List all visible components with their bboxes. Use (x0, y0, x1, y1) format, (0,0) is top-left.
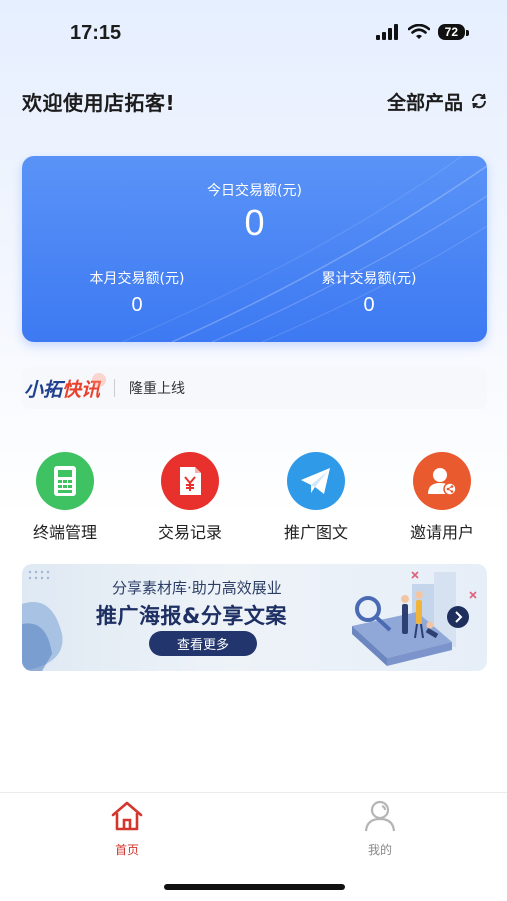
total-amount-value: 0 (363, 294, 375, 316)
quick-action-transactions[interactable]: 交易记录 (140, 452, 240, 543)
switch-icon (471, 93, 487, 109)
chevron-right-icon (455, 611, 463, 623)
news-logo: 小拓 快讯 (24, 372, 107, 402)
quick-action-label: 交易记录 (157, 523, 222, 542)
total-amount: 累计交易额(元) 0 (294, 268, 444, 317)
news-text: 隆重上线 (129, 381, 186, 397)
news-logo-part1: 小拓 (24, 378, 63, 401)
quick-action-promotion[interactable]: 推广图文 (266, 452, 366, 543)
invite-user-icon (413, 452, 471, 510)
banner-title: 推广海报&分享文案 (96, 604, 287, 628)
banner-next-button[interactable] (447, 606, 469, 628)
paper-plane-icon (287, 452, 345, 510)
battery-indicator: 72 (437, 24, 470, 40)
product-switch-button[interactable]: 全部产品 (387, 88, 489, 115)
month-amount-label: 本月交易额(元) (89, 271, 185, 287)
quick-actions: 终端管理 交易记录 推广图文 邀请用户 (0, 452, 507, 542)
month-amount-value: 0 (131, 294, 143, 316)
tab-home[interactable]: 首页 (87, 799, 167, 858)
signal-icon (375, 24, 398, 40)
terminal-icon (36, 452, 94, 510)
divider (114, 379, 116, 397)
welcome-title: 欢迎使用店拓客! (22, 90, 176, 115)
today-amount-value: 0 (244, 202, 265, 243)
banner-subtitle: 分享素材库·助力高效展业 (112, 579, 282, 597)
tab-home-label: 首页 (114, 843, 139, 857)
month-amount: 本月交易额(元) 0 (62, 268, 212, 317)
home-icon (111, 801, 143, 831)
stats-card[interactable]: 今日交易额(元) 0 本月交易额(元) 0 累计交易额(元) 0 (22, 156, 487, 342)
promo-banner[interactable]: 分享素材库·助力高效展业 推广海报&分享文案 查看更多 (22, 564, 487, 671)
tab-mine[interactable]: 我的 (340, 799, 420, 858)
view-more-button[interactable]: 查看更多 (149, 631, 257, 656)
status-icons: 72 (375, 24, 470, 40)
total-amount-label: 累计交易额(元) (321, 271, 417, 287)
news-logo-part2: 快讯 (62, 372, 107, 402)
product-switch-label: 全部产品 (386, 91, 463, 114)
quick-action-label: 邀请用户 (409, 523, 474, 542)
receipt-yuan-icon (161, 452, 219, 510)
quick-action-terminal[interactable]: 终端管理 (15, 452, 115, 543)
quick-action-invite[interactable]: 邀请用户 (392, 452, 492, 543)
status-bar: 17:15 72 (0, 0, 507, 70)
user-icon (364, 800, 396, 832)
wifi-icon (407, 24, 430, 39)
home-indicator (164, 884, 345, 890)
header: 欢迎使用店拓客! 全部产品 (22, 86, 489, 116)
quick-action-label: 推广图文 (283, 523, 348, 542)
status-time: 17:15 (70, 22, 122, 44)
news-bar[interactable]: 小拓 快讯 隆重上线 (22, 367, 487, 409)
today-amount-label: 今日交易额(元) (207, 183, 302, 199)
quick-action-label: 终端管理 (32, 523, 97, 542)
tab-mine-label: 我的 (367, 843, 392, 857)
